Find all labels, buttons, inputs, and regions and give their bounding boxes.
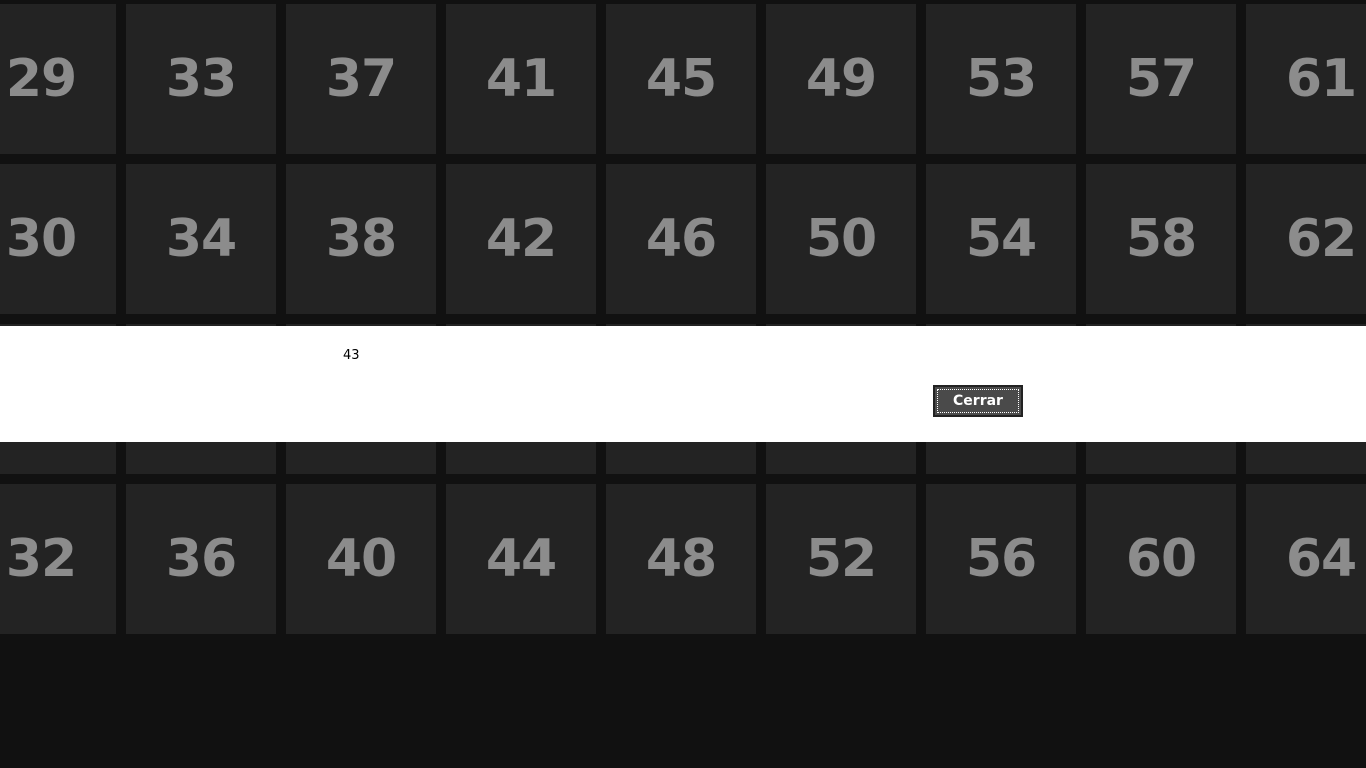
number-tile[interactable]: 62 — [1246, 164, 1366, 314]
number-tile[interactable]: 46 — [606, 164, 756, 314]
number-tile[interactable]: 48 — [606, 484, 756, 634]
number-tile[interactable]: 29 — [0, 4, 116, 154]
number-tile[interactable]: 33 — [126, 4, 276, 154]
tile-number: 33 — [165, 49, 237, 109]
tile-number: 64 — [1285, 529, 1357, 589]
message-dialog: 43 Cerrar — [0, 326, 1366, 442]
number-tile[interactable]: 40 — [286, 484, 436, 634]
number-tile[interactable]: 53 — [926, 4, 1076, 154]
close-button-label: Cerrar — [953, 393, 1003, 409]
number-tile[interactable]: 32 — [0, 484, 116, 634]
tile-number: 34 — [165, 209, 237, 269]
number-tile[interactable]: 38 — [286, 164, 436, 314]
number-tile[interactable]: 58 — [1086, 164, 1236, 314]
number-tile[interactable]: 42 — [446, 164, 596, 314]
tile-number: 61 — [1285, 49, 1357, 109]
number-tile[interactable]: 30 — [0, 164, 116, 314]
tile-number: 48 — [645, 529, 717, 589]
tile-number: 36 — [165, 529, 237, 589]
number-tile[interactable]: 45 — [606, 4, 756, 154]
tile-number: 30 — [5, 209, 77, 269]
tile-number: 38 — [325, 209, 397, 269]
number-tile[interactable]: 50 — [766, 164, 916, 314]
number-tile[interactable]: 37 — [286, 4, 436, 154]
tile-number: 54 — [965, 209, 1037, 269]
number-tile[interactable]: 49 — [766, 4, 916, 154]
tile-number: 45 — [645, 49, 717, 109]
tile-number: 37 — [325, 49, 397, 109]
number-tile[interactable]: 41 — [446, 4, 596, 154]
tile-number: 50 — [805, 209, 877, 269]
tile-number: 49 — [805, 49, 877, 109]
number-tile[interactable]: 64 — [1246, 484, 1366, 634]
number-tile[interactable]: 36 — [126, 484, 276, 634]
tile-number: 40 — [325, 529, 397, 589]
number-tile[interactable]: 57 — [1086, 4, 1236, 154]
tile-number: 29 — [5, 49, 77, 109]
tile-number: 62 — [1285, 209, 1357, 269]
tile-number: 42 — [485, 209, 557, 269]
number-tile[interactable]: 60 — [1086, 484, 1236, 634]
dialog-message: 43 — [343, 348, 360, 363]
close-button[interactable]: Cerrar — [933, 385, 1023, 417]
tile-number: 52 — [805, 529, 877, 589]
tile-number: 56 — [965, 529, 1037, 589]
number-tile[interactable]: 54 — [926, 164, 1076, 314]
tile-number: 44 — [485, 529, 557, 589]
tile-number: 57 — [1125, 49, 1197, 109]
tile-number: 41 — [485, 49, 557, 109]
tile-number: 58 — [1125, 209, 1197, 269]
number-tile[interactable]: 61 — [1246, 4, 1366, 154]
tile-number: 46 — [645, 209, 717, 269]
tile-number: 32 — [5, 529, 77, 589]
number-tile[interactable]: 52 — [766, 484, 916, 634]
tile-number: 60 — [1125, 529, 1197, 589]
number-tile[interactable]: 34 — [126, 164, 276, 314]
number-tile[interactable]: 56 — [926, 484, 1076, 634]
number-tile[interactable]: 44 — [446, 484, 596, 634]
tile-number: 53 — [965, 49, 1037, 109]
